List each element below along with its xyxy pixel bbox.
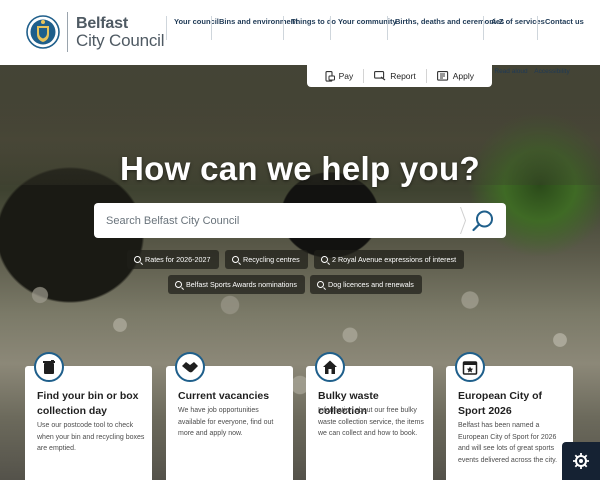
quick-link-label: Rates for 2026-2027 bbox=[145, 255, 211, 264]
search-icon bbox=[134, 256, 141, 263]
search-icon bbox=[232, 256, 239, 263]
handshake-icon bbox=[175, 352, 205, 382]
card-bulky-waste[interactable]: Bulky waste collection Information about… bbox=[306, 352, 433, 480]
search-icon bbox=[472, 210, 493, 231]
brand-name[interactable]: Belfast City Council bbox=[76, 15, 164, 49]
nav-a-z-services[interactable]: A-Z of services bbox=[483, 16, 545, 40]
pay-label: Pay bbox=[338, 71, 354, 81]
search-icon bbox=[175, 281, 182, 288]
brand-divider bbox=[67, 12, 68, 52]
card-text: Use our postcode tool to check when your… bbox=[37, 422, 145, 452]
card-text: We have job opportunities available for … bbox=[178, 407, 274, 437]
report-link[interactable]: Report bbox=[363, 69, 426, 83]
nav-contact-us[interactable]: Contact us bbox=[537, 16, 584, 40]
brand-line-1: Belfast bbox=[76, 15, 128, 32]
report-label: Report bbox=[390, 71, 416, 81]
nav-births-deaths-ceremonies[interactable]: Births, deaths and ceremonies bbox=[387, 16, 504, 40]
read-aloud-label: Read aloud bbox=[494, 68, 528, 75]
settings-button[interactable] bbox=[562, 442, 600, 480]
search-icon bbox=[317, 281, 324, 288]
apply-label: Apply bbox=[452, 71, 474, 81]
nav-things-to-do[interactable]: Things to do bbox=[283, 16, 336, 40]
utility-bar: Pay Report Apply bbox=[306, 65, 492, 87]
bin-icon bbox=[34, 352, 64, 382]
quick-link-dog-licences[interactable]: Dog licences and renewals bbox=[310, 275, 422, 294]
apply-form-icon bbox=[436, 71, 448, 81]
card-title: Find your bin or box collection day bbox=[37, 390, 139, 417]
accessibility-button[interactable]: A Accessibility bbox=[534, 65, 570, 80]
pay-link[interactable]: Pay bbox=[315, 69, 364, 83]
quick-link-label: Belfast Sports Awards nominations bbox=[186, 280, 297, 289]
nav-your-council[interactable]: Your council bbox=[166, 16, 219, 40]
apply-link[interactable]: Apply bbox=[425, 69, 484, 83]
house-icon bbox=[315, 352, 345, 382]
report-icon bbox=[374, 71, 386, 81]
accessibility-label: Accessibility bbox=[534, 68, 570, 75]
card-title: Current vacancies bbox=[178, 390, 270, 402]
card-vacancies[interactable]: Current vacancies We have job opportunit… bbox=[166, 352, 293, 480]
brand-line-2: City Council bbox=[76, 31, 165, 50]
quick-link-sports-awards[interactable]: Belfast Sports Awards nominations bbox=[168, 275, 305, 294]
card-bin-collection[interactable]: Find your bin or box collection day Use … bbox=[25, 352, 152, 480]
gear-icon bbox=[573, 453, 589, 469]
nav-your-community[interactable]: Your community bbox=[330, 16, 397, 40]
quick-link-rates[interactable]: Rates for 2026-2027 bbox=[127, 250, 219, 269]
nav-bins-environment[interactable]: Bins and environment bbox=[211, 16, 298, 40]
card-title: European City of Sport 2026 bbox=[458, 390, 543, 417]
hero-title: How can we help you? bbox=[120, 150, 480, 187]
read-aloud-button[interactable]: Read aloud bbox=[494, 65, 528, 80]
quick-link-label: Dog licences and renewals bbox=[328, 280, 414, 289]
search-box bbox=[94, 203, 506, 238]
card-text: Belfast has been named a European City o… bbox=[458, 422, 558, 464]
card-city-of-sport[interactable]: European City of Sport 2026 Belfast has … bbox=[446, 352, 573, 480]
quick-link-label: 2 Royal Avenue expressions of interest bbox=[332, 255, 457, 264]
phone-card-icon bbox=[325, 70, 335, 82]
council-crest-icon bbox=[26, 15, 60, 49]
calendar-star-icon bbox=[455, 352, 485, 382]
quick-link-label: Recycling centres bbox=[243, 255, 300, 264]
site-header: Belfast City Council Your council Bins a… bbox=[0, 0, 600, 65]
card-text: Information about our free bulky waste c… bbox=[318, 407, 424, 437]
search-button[interactable] bbox=[460, 203, 506, 238]
search-icon bbox=[321, 256, 328, 263]
quick-link-recycling[interactable]: Recycling centres bbox=[225, 250, 308, 269]
search-input[interactable] bbox=[106, 203, 456, 238]
quick-link-royal-avenue[interactable]: 2 Royal Avenue expressions of interest bbox=[314, 250, 465, 269]
